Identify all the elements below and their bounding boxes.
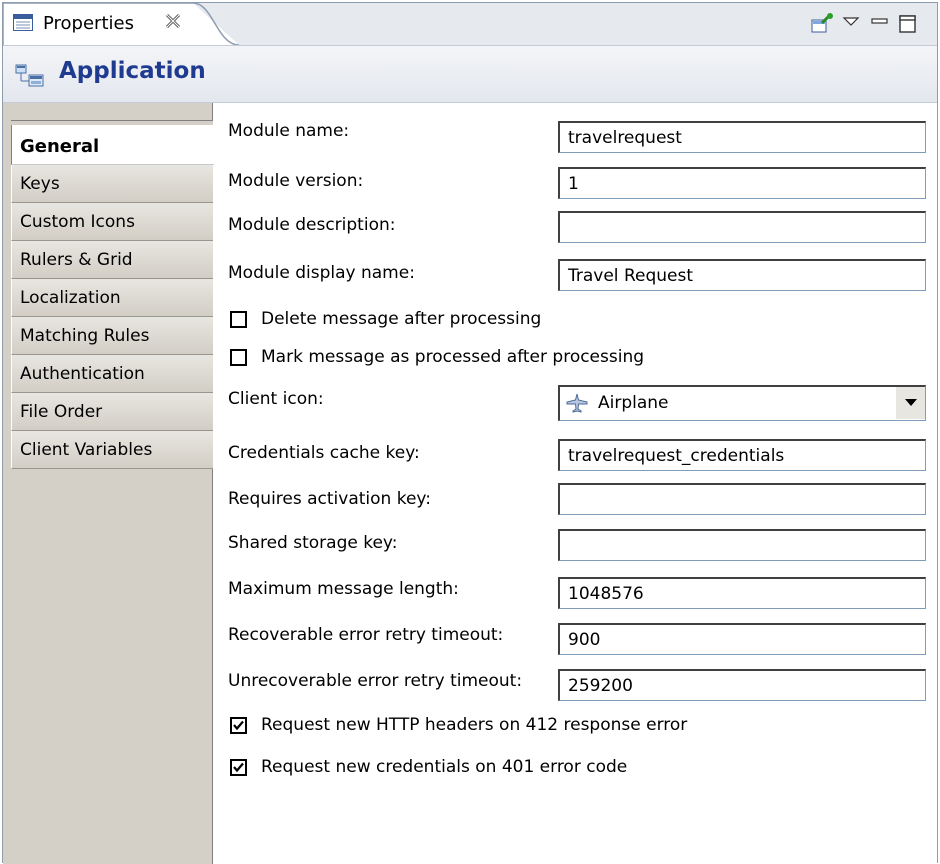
module-version-label: Module version: [228, 171, 364, 191]
module-display-name-label: Module display name: [228, 263, 415, 283]
dropdown-button[interactable] [895, 387, 925, 419]
module-name-field[interactable]: travelrequest [558, 121, 926, 153]
minimize-icon[interactable] [869, 13, 891, 35]
module-display-name-field[interactable]: Travel Request [558, 259, 926, 291]
pin-icon[interactable] [811, 13, 833, 35]
page-title: Application [59, 58, 206, 84]
checkmark-icon [233, 720, 244, 731]
view-tab-bar: Properties [3, 3, 937, 45]
shared-storage-key-label: Shared storage key: [228, 533, 398, 553]
section-header: Application [3, 45, 937, 103]
checkbox-checked [230, 717, 247, 734]
checkbox-checked [230, 759, 247, 776]
airplane-icon [566, 393, 588, 413]
requires-activation-key-label: Requires activation key: [228, 489, 431, 509]
shared-storage-key-field[interactable] [558, 529, 926, 561]
sidebar-item-rulers-grid[interactable]: Rulers & Grid [11, 241, 213, 279]
requires-activation-key-field[interactable] [558, 483, 926, 515]
close-icon[interactable] [163, 11, 183, 31]
unrecoverable-timeout-label: Unrecoverable error retry timeout: [228, 671, 523, 691]
sidebar-item-client-variables[interactable]: Client Variables [11, 431, 213, 469]
delete-message-label: Delete message after processing [261, 309, 542, 329]
view-menu-icon[interactable] [841, 13, 863, 35]
sidebar-item-localization[interactable]: Localization [11, 279, 213, 317]
properties-view: Properties Application General Keys Cust… [2, 2, 938, 864]
max-message-length-label: Maximum message length: [228, 579, 459, 599]
sidebar-item-authentication[interactable]: Authentication [11, 355, 213, 393]
mark-message-label: Mark message as processed after processi… [261, 347, 645, 367]
recoverable-timeout-field[interactable]: 900 [558, 623, 926, 655]
sidebar-item-matching-rules[interactable]: Matching Rules [11, 317, 213, 355]
maximize-icon[interactable] [897, 13, 919, 35]
credentials-cache-key-label: Credentials cache key: [228, 443, 420, 463]
client-icon-label: Client icon: [228, 389, 324, 409]
checkmark-icon [233, 762, 244, 773]
recoverable-timeout-label: Recoverable error retry timeout: [228, 625, 504, 645]
module-description-field[interactable] [558, 211, 926, 243]
properties-icon [13, 14, 33, 31]
module-version-field[interactable]: 1 [558, 167, 926, 199]
module-name-label: Module name: [228, 121, 350, 141]
request-http-headers-label: Request new HTTP headers on 412 response… [261, 715, 688, 735]
section-tabs: General Keys Custom Icons Rulers & Grid … [3, 103, 214, 864]
sidebar-item-file-order[interactable]: File Order [11, 393, 213, 431]
sidebar-item-general[interactable]: General [11, 125, 214, 165]
checkbox-unchecked [230, 349, 247, 366]
sidebar-item-keys[interactable]: Keys [11, 165, 213, 203]
chevron-down-icon [905, 399, 917, 406]
unrecoverable-timeout-field[interactable]: 259200 [558, 669, 926, 701]
client-icon-value: Airplane [598, 393, 669, 413]
tab-label: Properties [43, 13, 134, 34]
application-icon [15, 64, 45, 88]
module-description-label: Module description: [228, 215, 396, 235]
sidebar-item-custom-icons[interactable]: Custom Icons [11, 203, 213, 241]
checkbox-unchecked [230, 311, 247, 328]
max-message-length-field[interactable]: 1048576 [558, 577, 926, 609]
request-credentials-label: Request new credentials on 401 error cod… [261, 757, 628, 777]
general-form: Module name: travelrequest Module versio… [213, 103, 937, 864]
credentials-cache-key-field[interactable]: travelrequest_credentials [558, 439, 926, 471]
client-icon-select[interactable]: Airplane [558, 385, 926, 421]
